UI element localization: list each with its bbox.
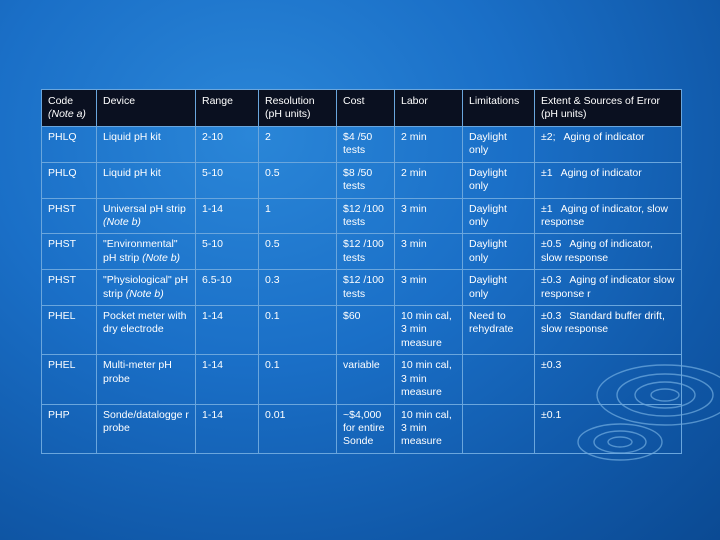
cell-labor: 10 min cal, 3 min measure xyxy=(394,354,463,405)
error-source: Aging of indicator, slow response xyxy=(541,202,669,229)
table-header-row: Code (Note a) Device Range Resolution (p… xyxy=(41,89,682,127)
device-note: (Note b) xyxy=(125,287,164,300)
cell-device: Liquid pH kit xyxy=(96,161,196,199)
cell-resolution: 0.01 xyxy=(258,403,337,454)
cell-limitations: Need to rehydrate xyxy=(462,305,535,356)
table-row: PHLQ Liquid pH kit 2-10 2 $4 /50 tests 2 min D… xyxy=(41,126,682,163)
cell-error: ±0.3 Standard buffer drift, slow response xyxy=(534,305,682,356)
cell-error: ±0.5 Aging of indicator, slow response xyxy=(534,233,682,271)
cell-code: PHST xyxy=(41,233,97,271)
table-row: PHLQ Liquid pH kit 5-10 0.5 $8 /50 tests 2 mi… xyxy=(41,161,682,199)
cell-cost: variable xyxy=(336,354,395,405)
cell-cost: ~$4,000 for entire Sonde xyxy=(336,403,395,454)
cell-error: ±0.1 xyxy=(534,403,682,454)
cell-limitations xyxy=(462,403,535,454)
table-row: PHEL Multi-meter pH probe 1-14 0.1 variable 1… xyxy=(41,354,682,405)
cell-labor: 2 min xyxy=(394,126,463,163)
header-device: Device xyxy=(96,89,196,127)
cell-limitations: Daylight only xyxy=(462,269,535,307)
error-value: ±0.3 xyxy=(541,274,562,287)
header-range: Range xyxy=(195,89,259,127)
cell-limitations: Daylight only xyxy=(462,197,535,235)
cell-range: 5-10 xyxy=(195,161,259,199)
cell-device: "Physiological" pH strip (Note b) xyxy=(96,269,196,307)
error-value: ±0.3 xyxy=(541,359,562,372)
error-value: ±1 xyxy=(541,202,553,215)
table-row: PHEL Pocket meter with dry electrode 1-14 0… xyxy=(41,305,682,356)
cell-code: PHST xyxy=(41,269,97,307)
cell-code: PHLQ xyxy=(41,126,97,163)
cell-cost: $8 /50 tests xyxy=(336,161,395,199)
cell-device: Sonde/datalogge r probe xyxy=(96,403,196,454)
table-row: PHST "Physiological" pH strip (Note b) 6.5… xyxy=(41,269,682,307)
header-limitations: Limitations xyxy=(462,89,535,127)
cell-device: Multi-meter pH probe xyxy=(96,354,196,405)
cell-error: ±1 Aging of indicator, slow response xyxy=(534,197,682,235)
cell-error: ±0.3 xyxy=(534,354,682,405)
cell-resolution: 0.1 xyxy=(258,305,337,356)
cell-range: 5-10 xyxy=(195,233,259,271)
cell-resolution: 1 xyxy=(258,197,337,235)
error-source: Aging of indicator xyxy=(560,166,642,179)
cell-device: Universal pH strip (Note b) xyxy=(96,197,196,235)
header-resolution: Resolution (pH units) xyxy=(258,89,337,127)
cell-cost: $60 xyxy=(336,305,395,356)
device-note: (Note b) xyxy=(103,216,141,229)
cell-labor: 3 min xyxy=(394,269,463,307)
cell-cost: $4 /50 tests xyxy=(336,126,395,163)
cell-range: 1-14 xyxy=(195,197,259,235)
error-value: ±1 xyxy=(541,166,553,179)
cell-cost: $12 /100 tests xyxy=(336,269,395,307)
cell-resolution: 0.5 xyxy=(258,161,337,199)
error-source: Aging of indicator xyxy=(563,131,645,143)
ph-methods-table: Code (Note a) Device Range Resolution (p… xyxy=(41,89,682,454)
header-extent-error: Extent & Sources of Error (pH units) xyxy=(534,89,682,127)
cell-error: ±2; Aging of indicator xyxy=(534,126,682,163)
cell-range: 6.5-10 xyxy=(195,269,259,307)
error-value: ±0.3 xyxy=(541,310,562,323)
cell-range: 1-14 xyxy=(195,354,259,405)
cell-resolution: 0.1 xyxy=(258,354,337,405)
cell-labor: 2 min xyxy=(394,161,463,199)
cell-limitations xyxy=(462,354,535,405)
cell-resolution: 0.3 xyxy=(258,269,337,307)
header-labor: Labor xyxy=(394,89,463,127)
error-value: ±0.1 xyxy=(541,408,562,421)
error-value: ±0.5 xyxy=(541,238,562,251)
cell-cost: $12 /100 tests xyxy=(336,233,395,271)
cell-labor: 10 min cal, 3 min measure xyxy=(394,305,463,356)
cell-code: PHLQ xyxy=(41,161,97,199)
cell-device: Pocket meter with dry electrode xyxy=(96,305,196,356)
cell-labor: 3 min xyxy=(394,233,463,271)
cell-limitations: Daylight only xyxy=(462,233,535,271)
cell-code: PHEL xyxy=(41,354,97,405)
cell-labor: 3 min xyxy=(394,197,463,235)
cell-code: PHP xyxy=(41,403,97,454)
error-value: ±2; xyxy=(541,131,556,143)
cell-error: ±1 Aging of indicator xyxy=(534,161,682,199)
slide-background: Code (Note a) Device Range Resolution (p… xyxy=(0,0,720,540)
table-row: PHST "Environmental" pH strip (Note b) 5-1… xyxy=(41,233,682,271)
cell-limitations: Daylight only xyxy=(462,161,535,199)
cell-resolution: 2 xyxy=(258,126,337,163)
header-cost: Cost xyxy=(336,89,395,127)
table-row: PHST Universal pH strip (Note b) 1-14 1 $12 … xyxy=(41,197,682,235)
cell-cost: $12 /100 tests xyxy=(336,197,395,235)
cell-range: 2-10 xyxy=(195,126,259,163)
cell-code: PHST xyxy=(41,197,97,235)
cell-device: "Environmental" pH strip (Note b) xyxy=(96,233,196,271)
device-note: (Note b) xyxy=(142,251,181,264)
cell-code: PHEL xyxy=(41,305,97,356)
cell-range: 1-14 xyxy=(195,305,259,356)
cell-range: 1-14 xyxy=(195,403,259,454)
header-code: Code (Note a) xyxy=(41,89,97,127)
cell-device: Liquid pH kit xyxy=(96,126,196,163)
cell-labor: 10 min cal, 3 min measure xyxy=(394,403,463,454)
cell-resolution: 0.5 xyxy=(258,233,337,271)
cell-limitations: Daylight only xyxy=(462,126,535,163)
cell-error: ±0.3 Aging of indicator slow response r xyxy=(534,269,682,307)
table-row: PHP Sonde/datalogge r probe 1-14 0.01 ~$4,00… xyxy=(41,403,682,454)
